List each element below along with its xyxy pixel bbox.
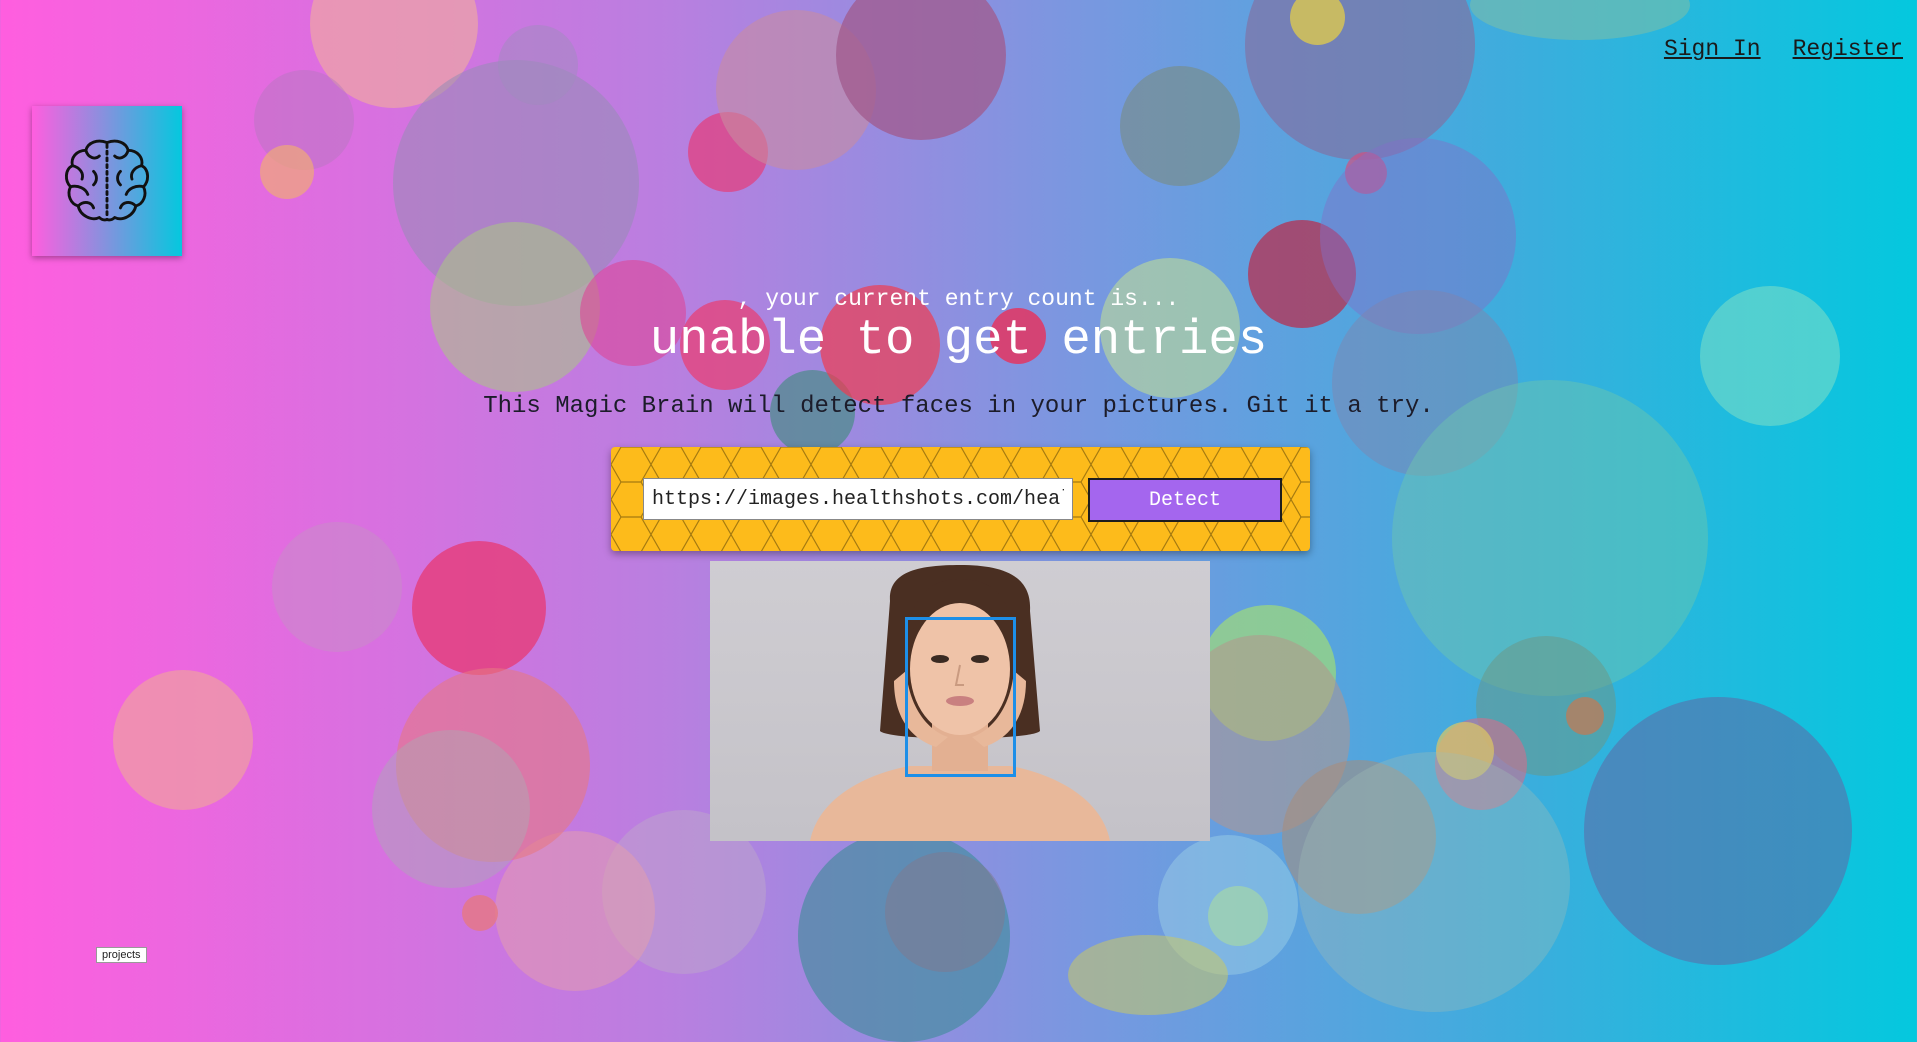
image-url-input[interactable]	[643, 478, 1073, 520]
sign-in-link[interactable]: Sign In	[1664, 36, 1761, 62]
register-link[interactable]: Register	[1793, 36, 1903, 62]
description-text: This Magic Brain will detect faces in yo…	[483, 393, 1434, 420]
detect-button[interactable]: Detect	[1088, 478, 1282, 522]
entry-count-greeting: , your current entry count is...	[737, 286, 1180, 312]
top-nav: Sign In Register	[1664, 36, 1903, 62]
entry-count-value: unable to get entries	[649, 312, 1268, 368]
projects-tooltip[interactable]: projects	[96, 947, 147, 963]
brain-icon	[65, 139, 149, 222]
logo-tile[interactable]	[32, 106, 182, 256]
face-bounding-box	[905, 617, 1016, 777]
